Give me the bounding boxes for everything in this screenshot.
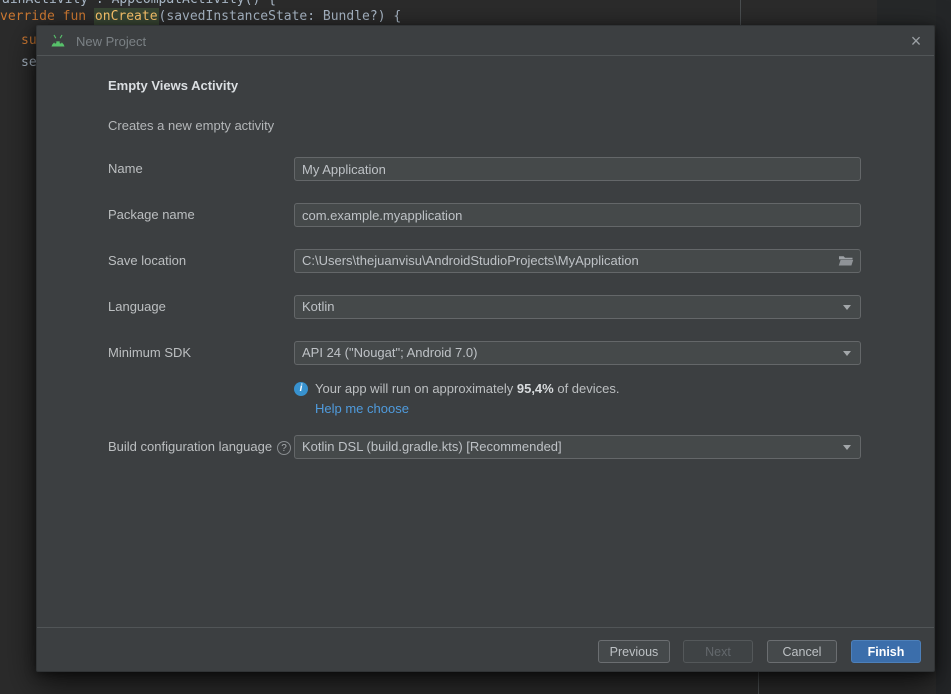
name-input[interactable] [294, 157, 861, 181]
chevron-down-icon [843, 351, 851, 356]
language-value: Kotlin [302, 299, 335, 314]
device-percentage: 95,4% [517, 381, 554, 396]
screen: ainActivity : AppCompatActivity() { verr… [0, 0, 951, 694]
code-line-1: ainActivity : AppCompatActivity() { [2, 0, 276, 8]
panel-edge-right [936, 0, 951, 694]
finish-button[interactable]: Finish [851, 640, 921, 663]
sdk-info-note: i Your app will run on approximately 95,… [294, 381, 620, 416]
android-icon [50, 34, 66, 48]
build-config-value: Kotlin DSL (build.gradle.kts) [Recommend… [302, 439, 562, 454]
language-select[interactable]: Kotlin [294, 295, 861, 319]
sdk-info-text: Your app will run on approximately 95,4%… [315, 381, 620, 396]
folder-browse-icon[interactable] [838, 254, 854, 268]
minimum-sdk-value: API 24 ("Nougat"; Android 7.0) [302, 345, 477, 360]
next-button: Next [683, 640, 753, 663]
save-location-input[interactable]: C:\Users\thejuanvisu\AndroidStudioProjec… [294, 249, 861, 273]
dialog-title: New Project [76, 34, 146, 49]
build-config-label: Build configuration language? [108, 435, 291, 459]
close-icon[interactable]: × [904, 29, 928, 53]
name-label: Name [108, 157, 143, 181]
code-function-name: onCreate [94, 8, 159, 25]
code-line-2: verride fun onCreate(savedInstanceState:… [0, 9, 401, 25]
editor-guide-line-top [740, 0, 741, 25]
template-description: Creates a new empty activity [108, 118, 274, 133]
code-keyword: verride fun [0, 9, 94, 24]
previous-button[interactable]: Previous [598, 640, 670, 663]
new-project-dialog: New Project × Empty Views Activity Creat… [36, 25, 935, 672]
template-heading: Empty Views Activity [108, 78, 238, 93]
minimum-sdk-select[interactable]: API 24 ("Nougat"; Android 7.0) [294, 341, 861, 365]
sdk-info-text-before: Your app will run on approximately [315, 381, 517, 396]
chevron-down-icon [843, 445, 851, 450]
help-me-choose-link[interactable]: Help me choose [315, 401, 409, 416]
editor-guide-line-bottom [758, 672, 759, 694]
info-icon: i [294, 382, 308, 396]
save-location-value: C:\Users\thejuanvisu\AndroidStudioProjec… [302, 253, 639, 268]
language-label: Language [108, 295, 166, 319]
cancel-button[interactable]: Cancel [767, 640, 837, 663]
dialog-titlebar: New Project × [37, 26, 934, 56]
package-name-input[interactable] [294, 203, 861, 227]
footer-divider [37, 627, 934, 628]
build-config-select[interactable]: Kotlin DSL (build.gradle.kts) [Recommend… [294, 435, 861, 459]
sdk-info-text-after: of devices. [554, 381, 620, 396]
code-line-4: se [21, 55, 37, 71]
save-location-label: Save location [108, 249, 186, 273]
build-config-label-text: Build configuration language [108, 439, 272, 454]
chevron-down-icon [843, 305, 851, 310]
package-name-label: Package name [108, 203, 195, 227]
minimum-sdk-label: Minimum SDK [108, 341, 191, 365]
code-line-3: su [21, 33, 37, 49]
help-icon[interactable]: ? [277, 441, 291, 455]
code-rest: (savedInstanceState: Bundle?) { [159, 9, 402, 24]
